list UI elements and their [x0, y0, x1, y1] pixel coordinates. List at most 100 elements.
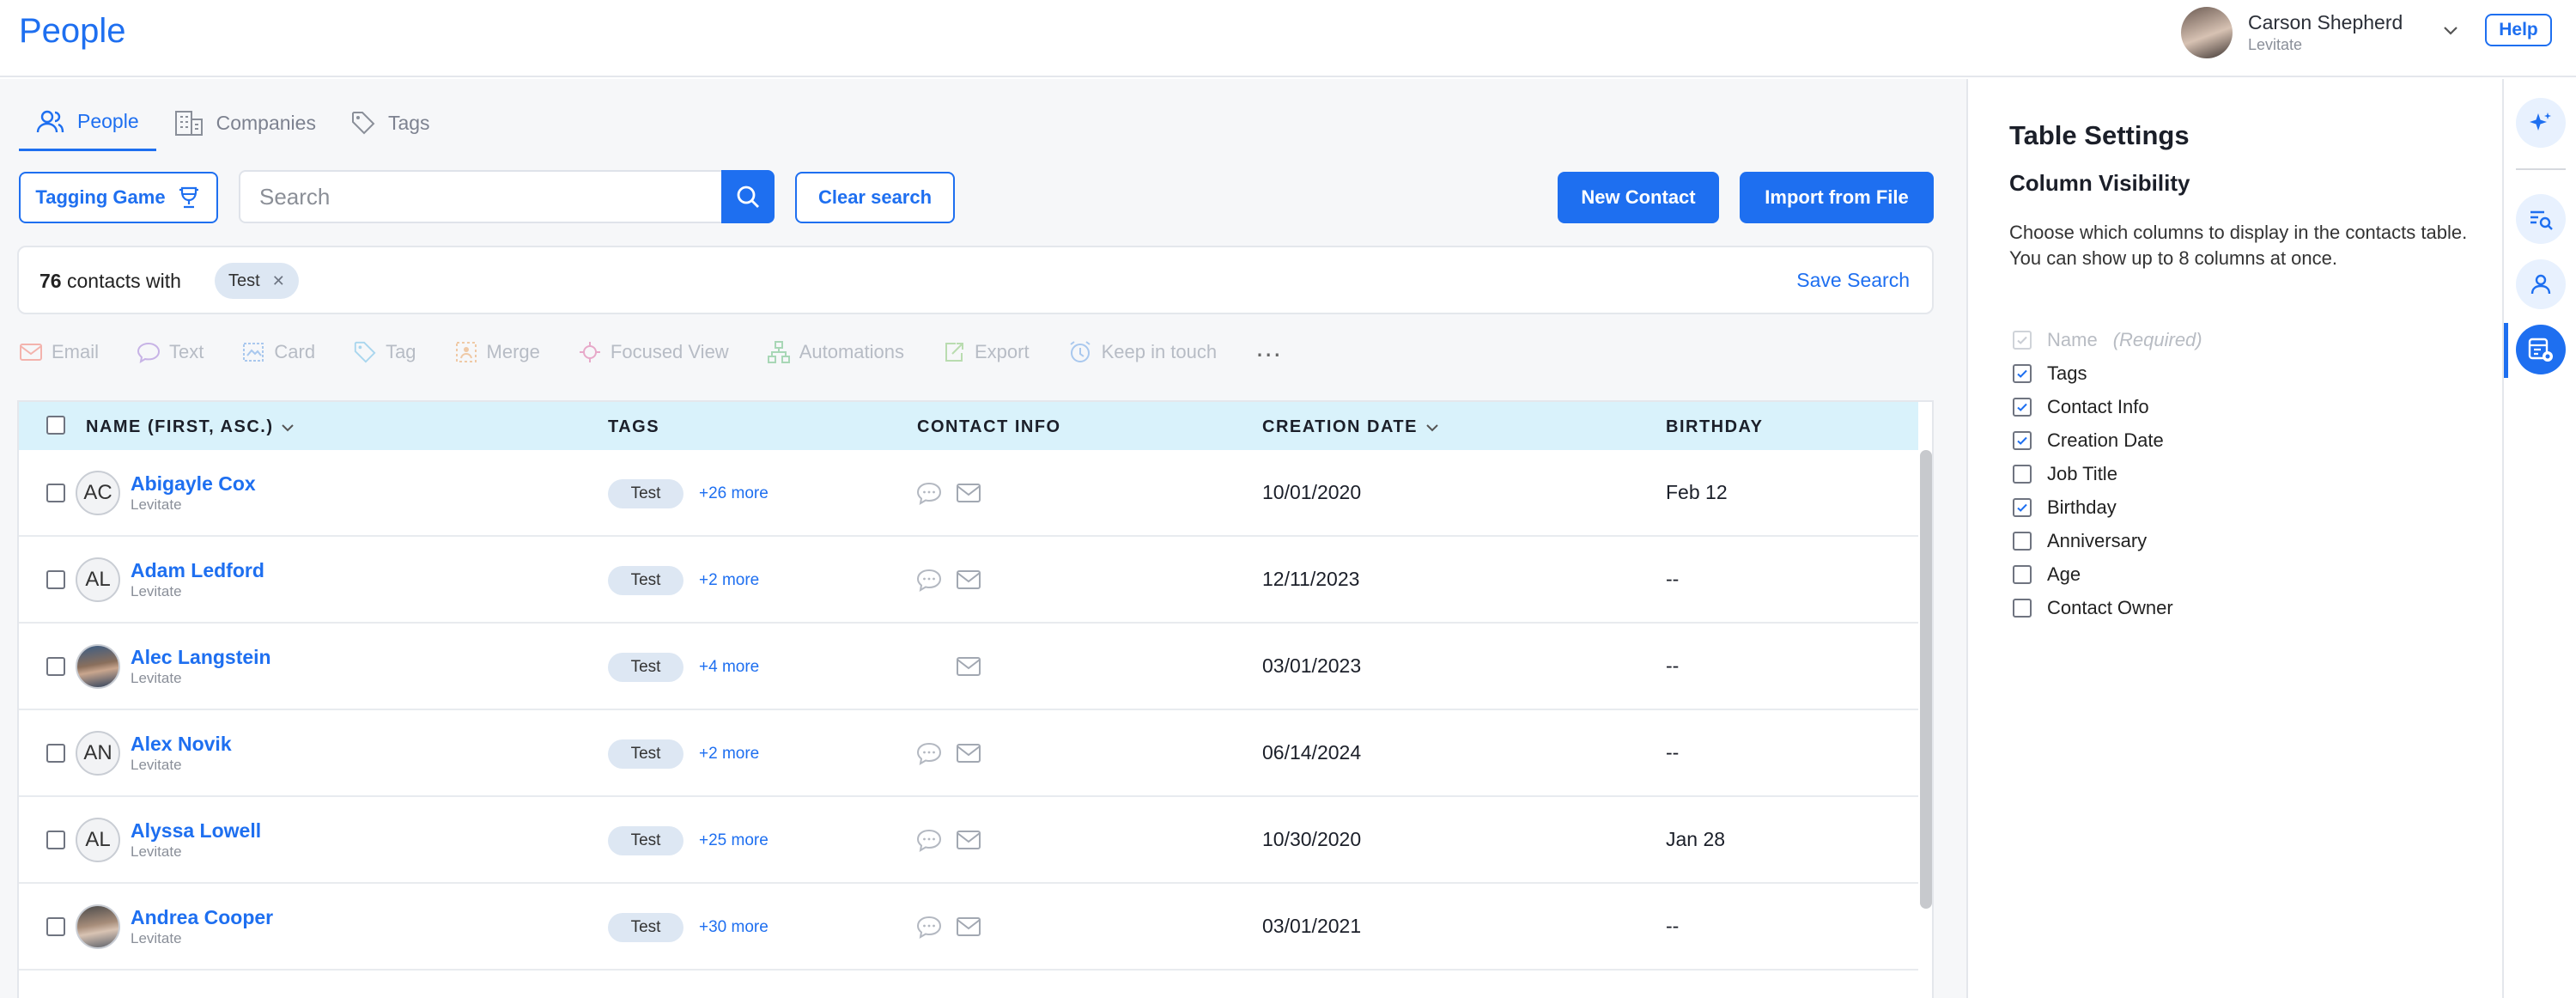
chat-icon[interactable]: [915, 741, 943, 770]
contact-name-link[interactable]: Alyssa Lowell: [131, 819, 261, 843]
chat-icon[interactable]: [915, 568, 943, 596]
tag-pill[interactable]: Test: [608, 566, 683, 595]
action-merge[interactable]: Merge: [454, 340, 540, 364]
column-checkbox[interactable]: [2013, 464, 2032, 484]
column-option[interactable]: Anniversary: [2013, 524, 2202, 557]
action-card[interactable]: Card: [241, 341, 315, 363]
more-tags-link[interactable]: +25 more: [699, 831, 769, 850]
new-contact-button[interactable]: New Contact: [1558, 172, 1719, 223]
column-checkbox[interactable]: [2013, 564, 2032, 584]
import-from-file-button[interactable]: Import from File: [1740, 172, 1934, 223]
col-header-tags[interactable]: TAGS: [608, 417, 659, 437]
tagging-game-button[interactable]: Tagging Game: [19, 172, 218, 223]
table-row[interactable]: AN Alex Novik Levitate Test +2 more 06/14/202…: [19, 710, 1918, 797]
select-all-checkbox[interactable]: [46, 416, 65, 435]
table-scrollbar[interactable]: [1920, 450, 1932, 909]
email-icon[interactable]: [955, 654, 982, 683]
more-tags-link[interactable]: +2 more: [699, 745, 759, 764]
email-icon[interactable]: [955, 915, 982, 943]
column-option[interactable]: Job Title: [2013, 457, 2202, 490]
more-tags-link[interactable]: +4 more: [699, 658, 759, 677]
chat-icon[interactable]: [915, 828, 943, 856]
table-row[interactable]: Andrea Cooper Levitate Test +30 more 03/01/2…: [19, 884, 1918, 971]
close-icon[interactable]: ✕: [272, 272, 285, 290]
col-header-birthday[interactable]: BIRTHDAY: [1666, 417, 1764, 437]
rail-button-ai[interactable]: [2516, 98, 2566, 148]
row-checkbox[interactable]: [46, 570, 65, 589]
action-email-label: Email: [52, 341, 100, 362]
chat-icon[interactable]: [915, 915, 943, 943]
row-checkbox[interactable]: [46, 744, 65, 763]
action-keep-in-touch[interactable]: Keep in touch: [1067, 339, 1217, 365]
row-checkbox[interactable]: [46, 917, 65, 936]
action-export[interactable]: Export: [942, 340, 1030, 364]
tag-pill[interactable]: Test: [608, 739, 683, 769]
column-checkbox[interactable]: [2013, 531, 2032, 551]
column-checkbox[interactable]: [2013, 430, 2032, 450]
email-icon[interactable]: [955, 568, 982, 596]
top-bar: People Carson Shepherd Levitate Help: [0, 0, 2576, 77]
col-header-creation-date[interactable]: CREATION DATE: [1262, 417, 1440, 437]
tag-pill[interactable]: Test: [608, 479, 683, 508]
more-tags-link[interactable]: +2 more: [699, 571, 759, 590]
contact-name-link[interactable]: Alex Novik: [131, 733, 232, 756]
email-icon[interactable]: [955, 828, 982, 856]
search-button[interactable]: [721, 170, 775, 223]
table-row[interactable]: Alec Langstein Levitate Test +4 more 03/01/2…: [19, 624, 1918, 710]
user-avatar: [2181, 7, 2233, 58]
user-menu[interactable]: Carson Shepherd Levitate: [2181, 5, 2403, 60]
column-checkbox[interactable]: [2013, 363, 2032, 383]
chat-icon[interactable]: [915, 481, 943, 509]
clear-search-button[interactable]: Clear search: [795, 172, 955, 223]
rail-button-person[interactable]: [2516, 259, 2566, 309]
chevron-down-icon[interactable]: [2440, 21, 2461, 41]
column-checkbox[interactable]: [2013, 497, 2032, 517]
tag-pill[interactable]: Test: [608, 913, 683, 942]
column-option[interactable]: Contact Owner: [2013, 591, 2202, 624]
more-tags-link[interactable]: +26 more: [699, 484, 769, 503]
contact-name-link[interactable]: Andrea Cooper: [131, 906, 273, 929]
save-search-link[interactable]: Save Search: [1796, 269, 1910, 292]
filter-bar: 76 contacts with Test ✕ Save Search: [17, 246, 1934, 314]
col-header-contact-info[interactable]: CONTACT INFO: [917, 417, 1061, 437]
contact-company: Levitate: [131, 670, 182, 686]
rail-button-search-list[interactable]: [2516, 194, 2566, 244]
tab-companies[interactable]: Companies: [156, 94, 333, 151]
row-checkbox[interactable]: [46, 831, 65, 849]
column-option[interactable]: Age: [2013, 557, 2202, 591]
tab-tags[interactable]: Tags: [333, 94, 447, 151]
col-header-name[interactable]: NAME (FIRST, ASC.): [86, 417, 295, 437]
help-button[interactable]: Help: [2485, 14, 2552, 46]
column-checkbox[interactable]: [2013, 397, 2032, 417]
column-option[interactable]: Tags: [2013, 356, 2202, 390]
table-row[interactable]: AC Abigayle Cox Levitate Test +26 more 10/01/…: [19, 450, 1918, 537]
table-row[interactable]: AL Adam Ledford Levitate Test +2 more 12/11/2…: [19, 537, 1918, 624]
column-option[interactable]: Birthday: [2013, 490, 2202, 524]
tag-pill[interactable]: Test: [608, 826, 683, 855]
row-checkbox[interactable]: [46, 657, 65, 676]
more-tags-link[interactable]: +30 more: [699, 918, 769, 937]
email-icon[interactable]: [955, 741, 982, 770]
action-email[interactable]: Email: [19, 341, 99, 363]
search-list-icon: [2530, 210, 2553, 230]
column-checkbox[interactable]: [2013, 598, 2032, 618]
contact-name-link[interactable]: Abigayle Cox: [131, 472, 256, 496]
row-checkbox[interactable]: [46, 484, 65, 502]
tab-people[interactable]: People: [19, 94, 156, 151]
contact-name-link[interactable]: Alec Langstein: [131, 646, 271, 669]
table-row[interactable]: AL Alyssa Lowell Levitate Test +25 more 10/30…: [19, 797, 1918, 884]
action-text[interactable]: Text: [137, 341, 204, 363]
column-option[interactable]: Contact Info: [2013, 390, 2202, 423]
email-icon[interactable]: [955, 481, 982, 509]
column-option[interactable]: Creation Date: [2013, 423, 2202, 457]
tag-pill[interactable]: Test: [608, 653, 683, 682]
action-automations[interactable]: Automations: [767, 340, 904, 364]
action-tag[interactable]: Tag: [353, 340, 416, 364]
contact-name-link[interactable]: Adam Ledford: [131, 559, 264, 582]
rail-button-table-settings[interactable]: [2516, 325, 2566, 374]
more-actions-icon[interactable]: …: [1255, 332, 1284, 363]
filter-chip[interactable]: Test ✕: [215, 263, 299, 299]
search-input[interactable]: [239, 170, 721, 223]
column-option-label: Name: [2047, 328, 2098, 350]
action-focused-view[interactable]: Focused View: [578, 340, 729, 364]
